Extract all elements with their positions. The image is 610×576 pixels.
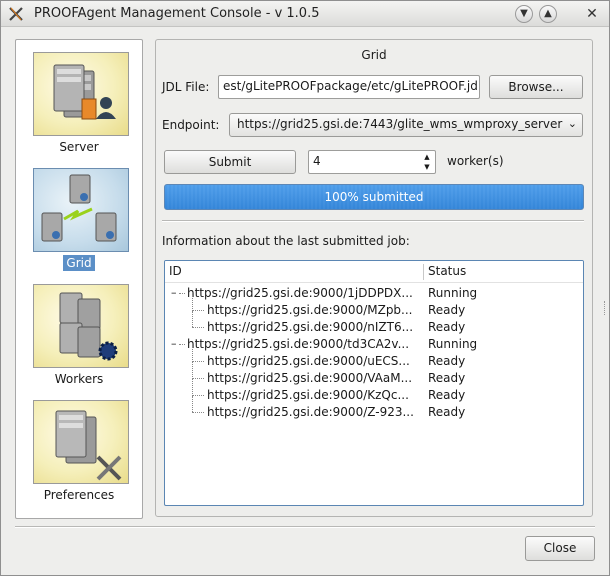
bottom-separator bbox=[15, 526, 595, 528]
submit-button[interactable]: Submit bbox=[164, 150, 296, 174]
chevron-down-icon: ▼ bbox=[520, 8, 528, 19]
job-id: https://grid25.gsi.de:9000/VAaM... bbox=[207, 371, 413, 385]
endpoint-label: Endpoint: bbox=[162, 118, 220, 132]
minimize-button[interactable]: ▼ bbox=[515, 5, 533, 23]
workers-spinbox[interactable]: 4 ▲ ▼ bbox=[308, 150, 436, 174]
window-title: PROOFAgent Management Console - v 1.0.5 bbox=[34, 6, 320, 21]
tree-parent-row[interactable]: – https://grid25.gsi.de:9000/td3CA2v... Ru… bbox=[165, 336, 583, 353]
sidebar-item-grid[interactable]: Grid bbox=[16, 168, 142, 280]
job-id: https://grid25.gsi.de:9000/1jDDPDX... bbox=[187, 286, 413, 300]
maximize-button[interactable]: ▲ bbox=[539, 5, 557, 23]
chevron-up-icon: ▲ bbox=[544, 8, 552, 19]
sidebar-item-label: Workers bbox=[54, 372, 104, 386]
tree-parent-row[interactable]: – https://grid25.gsi.de:9000/1jDDPDX... Ru… bbox=[165, 285, 583, 302]
job-id: https://grid25.gsi.de:9000/MZpb... bbox=[207, 303, 413, 317]
column-header-status[interactable]: Status bbox=[428, 264, 466, 278]
close-icon: ✕ bbox=[586, 6, 598, 22]
job-status: Ready bbox=[428, 405, 466, 419]
job-status: Running bbox=[428, 286, 478, 300]
group-title: Grid bbox=[361, 48, 387, 62]
sidebar-item-server[interactable]: Server bbox=[16, 52, 142, 164]
workers-value: 4 bbox=[313, 154, 321, 168]
endpoint-value: https://grid25.gsi.de:7443/glite_wms_wmp… bbox=[237, 117, 563, 131]
job-status: Ready bbox=[428, 354, 466, 368]
sidebar-item-label: Grid bbox=[63, 255, 95, 271]
job-status: Ready bbox=[428, 303, 466, 317]
jdl-file-label: JDL File: bbox=[162, 80, 210, 94]
job-id: https://grid25.gsi.de:9000/Z-923... bbox=[207, 405, 414, 419]
server-tools-icon bbox=[33, 400, 129, 484]
jdl-file-input[interactable]: est/gLitePROOFpackage/etc/gLitePROOF.jdl bbox=[218, 75, 480, 99]
tree-child-row[interactable]: https://grid25.gsi.de:9000/Z-923... Ready bbox=[165, 396, 583, 421]
sidebar-item-workers[interactable]: Workers bbox=[16, 284, 142, 396]
close-button[interactable]: Close bbox=[525, 536, 595, 561]
job-id: https://grid25.gsi.de:9000/nIZT6... bbox=[207, 320, 414, 334]
sidebar-item-label: Server bbox=[59, 140, 99, 154]
close-window-button[interactable]: ✕ bbox=[583, 5, 601, 23]
app-logo-icon bbox=[9, 7, 23, 21]
sidebar-item-label: Preferences bbox=[43, 488, 115, 502]
tree-child-row[interactable]: https://grid25.gsi.de:9000/nIZT6... Ready bbox=[165, 311, 583, 336]
job-status: Running bbox=[428, 337, 478, 351]
tree-child-row[interactable]: https://grid25.gsi.de:9000/VAaM... Ready bbox=[165, 362, 583, 387]
collapse-toggle-icon[interactable]: – bbox=[171, 286, 177, 299]
column-header-id[interactable]: ID bbox=[169, 264, 182, 278]
title-bar[interactable]: PROOFAgent Management Console - v 1.0.5 … bbox=[1, 1, 609, 27]
server-user-icon bbox=[33, 52, 129, 136]
job-status: Ready bbox=[428, 320, 466, 334]
workers-gear-icon bbox=[33, 284, 129, 368]
spin-arrows-icon[interactable]: ▲ ▼ bbox=[422, 152, 432, 172]
job-id: https://grid25.gsi.de:9000/uECS... bbox=[207, 354, 410, 368]
sidebar: Server Grid Workers Preferences bbox=[15, 39, 143, 519]
grid-servers-icon bbox=[33, 168, 129, 252]
grid-panel: Grid JDL File: est/gLitePROOFpackage/etc… bbox=[155, 39, 593, 517]
job-status: Ready bbox=[428, 388, 466, 402]
separator bbox=[162, 220, 584, 222]
job-status: Ready bbox=[428, 371, 466, 385]
sidebar-item-preferences[interactable]: Preferences bbox=[16, 400, 142, 512]
main-window: PROOFAgent Management Console - v 1.0.5 … bbox=[0, 0, 610, 576]
collapse-toggle-icon[interactable]: – bbox=[171, 337, 177, 350]
progress-text: 100% submitted bbox=[324, 190, 424, 204]
submit-progress-bar: 100% submitted bbox=[164, 184, 584, 210]
tree-child-row[interactable]: https://grid25.gsi.de:9000/uECS... Ready bbox=[165, 345, 583, 370]
browse-button[interactable]: Browse... bbox=[489, 75, 583, 99]
resize-grip[interactable] bbox=[604, 301, 607, 315]
job-id: https://grid25.gsi.de:9000/KzQc... bbox=[207, 388, 409, 402]
workers-unit-label: worker(s) bbox=[447, 154, 504, 168]
jobs-tree-view[interactable]: ID Status – https://grid25.gsi.de:9000/1j… bbox=[164, 260, 584, 506]
job-id: https://grid25.gsi.de:9000/td3CA2v... bbox=[187, 337, 410, 351]
tree-child-row[interactable]: https://grid25.gsi.de:9000/MZpb... Ready bbox=[165, 294, 583, 319]
endpoint-select[interactable]: https://grid25.gsi.de:7443/glite_wms_wmp… bbox=[229, 113, 583, 137]
chevron-down-icon: ⌄ bbox=[567, 117, 577, 130]
tree-header: ID Status bbox=[165, 261, 583, 283]
info-label: Information about the last submitted job… bbox=[162, 234, 410, 248]
tree-child-row[interactable]: https://grid25.gsi.de:9000/KzQc... Ready bbox=[165, 379, 583, 404]
